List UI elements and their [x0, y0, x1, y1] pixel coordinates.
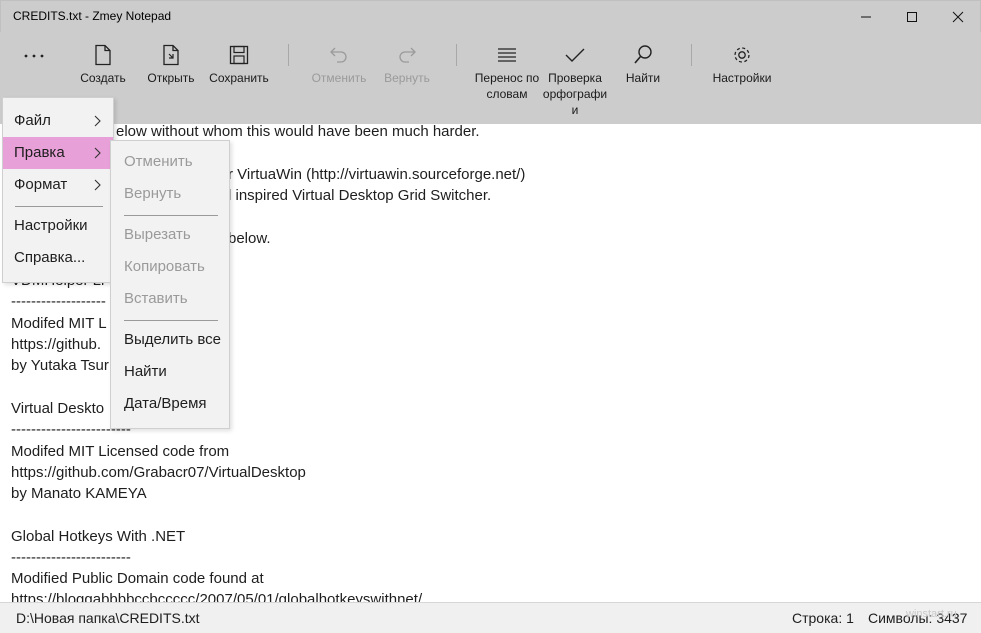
spellcheck-icon [565, 48, 585, 62]
window-title: CREDITS.txt - Zmey Notepad [13, 9, 172, 23]
undo-button[interactable]: Отменить [304, 40, 374, 86]
editor-line: by Yutaka Tsur [11, 357, 109, 374]
editor-line: https://github.com/Grabacr07/VirtualDesk… [11, 464, 306, 481]
search-icon [634, 45, 652, 64]
chevron-right-icon [94, 179, 101, 191]
spellcheck-button[interactable]: Проверка орфографи и [540, 40, 610, 118]
more-icon [24, 54, 44, 58]
submenu-item-redo[interactable]: Вернуть [111, 178, 229, 210]
submenu-item-find[interactable]: Найти [111, 356, 229, 388]
toolbar-separator [691, 44, 692, 66]
redo-icon [399, 47, 416, 63]
menu-item-help[interactable]: Справка... [3, 242, 113, 274]
submenu-item-cut[interactable]: Вырезать [111, 219, 229, 251]
redo-button[interactable]: Вернуть [372, 40, 442, 86]
toolbar-separator [288, 44, 289, 66]
menu-item-edit[interactable]: Правка [3, 137, 113, 169]
editor-line: Global Hotkeys With .NET [11, 528, 186, 545]
minimize-icon [861, 16, 871, 18]
more-button[interactable] [14, 44, 54, 68]
save-icon [229, 45, 249, 65]
submenu-separator [124, 320, 218, 321]
status-bar: D:\Новая папка\CREDITS.txt Строка: 1 Сим… [0, 602, 981, 633]
open-file-icon [163, 44, 179, 66]
maximize-button[interactable] [889, 1, 935, 33]
menu-item-file[interactable]: Файл [3, 105, 113, 137]
editor-line: Modified Public Domain code found at [11, 570, 264, 587]
editor-line: below. [228, 230, 271, 247]
editor-line: https://bloggabbbbccbccccc/2007/05/01/gl… [11, 591, 423, 602]
title-bar: CREDITS.txt - Zmey Notepad [0, 0, 981, 32]
maximize-icon [907, 12, 917, 22]
close-button[interactable] [935, 1, 981, 33]
undo-icon [330, 47, 347, 63]
save-button[interactable]: Сохранить [204, 40, 274, 86]
submenu-item-select-all[interactable]: Выделить все [111, 324, 229, 356]
editor-line: l inspired Virtual Desktop Grid Switcher… [228, 187, 492, 204]
menu-item-settings[interactable]: Настройки [3, 210, 113, 242]
submenu-separator [124, 215, 218, 216]
settings-button[interactable]: Настройки [707, 40, 777, 86]
find-button[interactable]: Найти [608, 40, 678, 86]
new-button[interactable]: Создать [68, 40, 138, 86]
submenu-item-datetime[interactable]: Дата/Время [111, 388, 229, 420]
watermark: winstart.ru [906, 608, 957, 620]
open-button[interactable]: Открыть [136, 40, 206, 86]
editor-line: ------------------------ [11, 549, 131, 566]
submenu-item-paste[interactable]: Вставить [111, 283, 229, 315]
main-menu: Файл Правка Формат Настройки Справка... [2, 97, 114, 283]
line-indicator: Строка: 1 [792, 610, 854, 626]
editor-line: by Manato KAMEYA [11, 485, 147, 502]
minimize-button[interactable] [843, 1, 889, 33]
chevron-right-icon [94, 115, 101, 127]
editor-line: ------------------- [11, 293, 106, 310]
submenu-item-undo[interactable]: Отменить [111, 146, 229, 178]
toolbar: Создать Открыть Сохранить Отменить Верну… [0, 32, 981, 124]
editor-line: Modifed MIT Licensed code from [11, 443, 230, 460]
word-wrap-button[interactable]: Перенос по словам [472, 40, 542, 102]
file-path: D:\Новая папка\CREDITS.txt [16, 610, 200, 626]
menu-item-format[interactable]: Формат [3, 169, 113, 201]
editor-line: r VirtuaWin (http://virtuawin.sourceforg… [228, 166, 526, 183]
menu-separator [15, 206, 103, 207]
close-icon [952, 11, 964, 23]
edit-submenu: Отменить Вернуть Вырезать Копировать Вст… [110, 140, 230, 429]
gear-icon [734, 47, 750, 63]
submenu-item-copy[interactable]: Копировать [111, 251, 229, 283]
chevron-right-icon [94, 147, 101, 159]
editor-line: Virtual Deskto [11, 400, 105, 417]
toolbar-separator [456, 44, 457, 66]
word-wrap-icon [498, 48, 516, 62]
new-file-icon [95, 44, 111, 66]
